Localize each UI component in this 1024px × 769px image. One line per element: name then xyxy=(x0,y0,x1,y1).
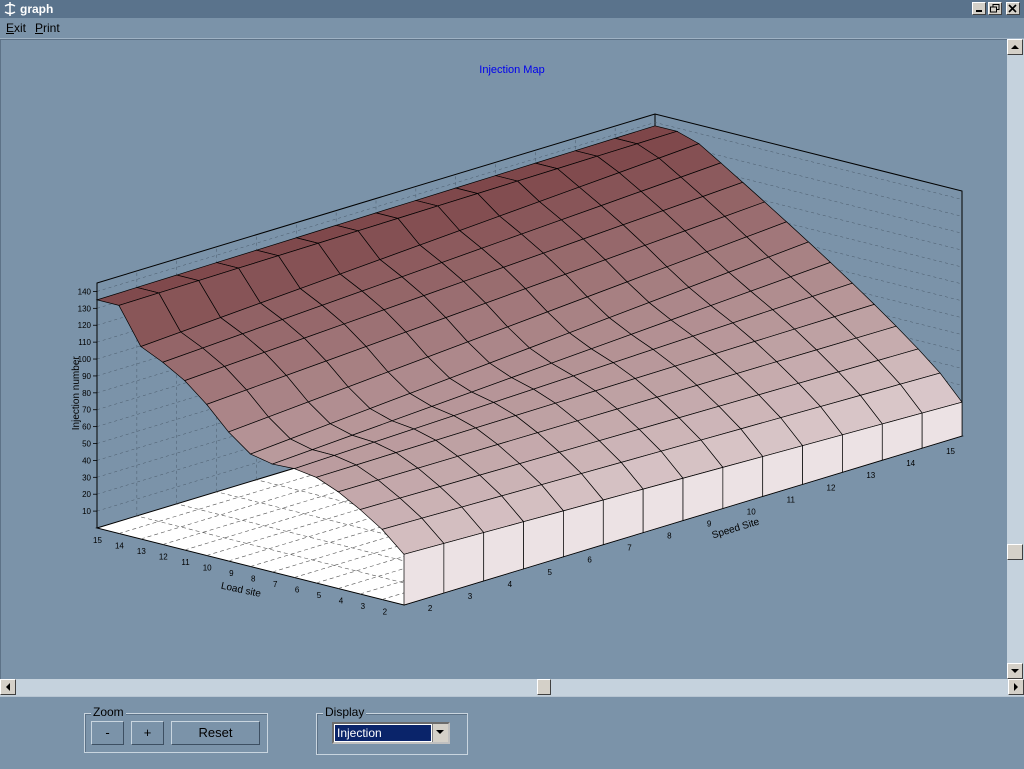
z-tick-label: 70 xyxy=(82,406,91,415)
y-tick-label: 7 xyxy=(273,580,278,589)
y-tick-label: 8 xyxy=(251,574,256,583)
x-tick-label: 8 xyxy=(667,532,672,541)
y-tick-label: 2 xyxy=(383,607,388,616)
y-tick-label: 4 xyxy=(339,596,344,605)
y-tick-label: 15 xyxy=(93,536,102,545)
minimize-icon xyxy=(976,10,982,12)
z-tick-label: 10 xyxy=(82,507,91,516)
x-tick-label: 5 xyxy=(548,568,553,577)
zoom-in-button[interactable]: + xyxy=(131,721,164,745)
horizontal-scrollbar[interactable] xyxy=(0,679,1024,696)
menu-exit[interactable]: Exit xyxy=(6,21,26,35)
reset-button[interactable]: Reset xyxy=(171,721,260,745)
surface-chart: 1020304050607080901001101201301402345678… xyxy=(71,113,964,616)
arrow-down-icon xyxy=(1011,669,1019,673)
z-tick-label: 110 xyxy=(78,338,91,347)
surface-skirt xyxy=(443,532,485,594)
restore-icon xyxy=(990,4,1000,13)
y-tick-label: 12 xyxy=(159,552,168,561)
display-selected-value: Injection xyxy=(335,725,431,741)
x-tick-label: 12 xyxy=(827,483,836,492)
title-bar: graph xyxy=(0,0,1024,18)
z-tick-label: 80 xyxy=(82,389,91,398)
z-tick-label: 130 xyxy=(78,304,92,313)
dropdown-button[interactable] xyxy=(432,724,448,742)
vertical-scrollbar[interactable] xyxy=(1007,39,1024,679)
minimize-button[interactable] xyxy=(972,2,986,15)
vertical-scroll-thumb[interactable] xyxy=(1007,544,1023,560)
chevron-down-icon xyxy=(436,730,444,734)
z-tick-label: 60 xyxy=(82,423,91,432)
y-tick-label: 10 xyxy=(203,563,212,572)
scroll-down-button[interactable] xyxy=(1007,663,1023,679)
display-label: Display xyxy=(323,705,367,719)
display-select[interactable]: Injection xyxy=(332,722,450,744)
y-tick-label: 9 xyxy=(229,569,234,578)
scroll-left-button[interactable] xyxy=(0,679,16,695)
y-tick-label: 5 xyxy=(317,591,322,600)
close-button[interactable] xyxy=(1006,2,1020,15)
x-tick-label: 9 xyxy=(707,519,712,528)
scroll-right-button[interactable] xyxy=(1008,679,1024,695)
x-axis-label: Speed Site xyxy=(711,516,761,541)
close-icon xyxy=(1008,4,1017,13)
x-tick-label: 11 xyxy=(787,495,796,504)
y-tick-label: 11 xyxy=(181,558,190,567)
horizontal-scroll-thumb[interactable] xyxy=(537,679,551,695)
x-tick-label: 4 xyxy=(508,580,513,589)
arrow-right-icon xyxy=(1014,683,1018,691)
y-tick-label: 6 xyxy=(295,585,300,594)
zoom-label: Zoom xyxy=(91,705,126,719)
arrow-left-icon xyxy=(6,683,10,691)
arrow-up-icon xyxy=(1011,45,1019,49)
y-tick-label: 14 xyxy=(115,541,124,550)
z-tick-label: 20 xyxy=(82,490,91,499)
window-title: graph xyxy=(20,2,54,16)
z-tick-label: 40 xyxy=(82,456,91,465)
z-tick-label: 50 xyxy=(82,440,91,449)
z-tick-label: 30 xyxy=(82,473,91,482)
restore-button[interactable] xyxy=(988,2,1002,15)
x-tick-label: 15 xyxy=(946,447,955,456)
z-tick-label: 90 xyxy=(82,372,91,381)
zoom-out-button[interactable]: - xyxy=(91,721,124,745)
y-tick-label: 13 xyxy=(137,547,146,556)
y-axis-label: Load site xyxy=(220,581,262,600)
z-tick-label: 120 xyxy=(78,321,92,330)
x-tick-label: 7 xyxy=(627,544,632,553)
x-tick-label: 13 xyxy=(866,471,875,480)
x-tick-label: 3 xyxy=(468,592,473,601)
app-icon xyxy=(4,2,16,16)
menu-print[interactable]: Print xyxy=(35,21,60,35)
x-tick-label: 14 xyxy=(906,459,915,468)
surface-skirt xyxy=(403,542,445,606)
x-tick-label: 2 xyxy=(428,604,433,613)
scroll-up-button[interactable] xyxy=(1007,39,1023,55)
y-tick-label: 3 xyxy=(361,602,366,611)
menu-bar: Exit Print xyxy=(0,18,1024,39)
x-tick-label: 6 xyxy=(587,556,592,565)
z-axis-label: Injection number xyxy=(71,356,82,431)
x-tick-label: 10 xyxy=(747,507,756,516)
z-tick-label: 140 xyxy=(78,287,92,296)
